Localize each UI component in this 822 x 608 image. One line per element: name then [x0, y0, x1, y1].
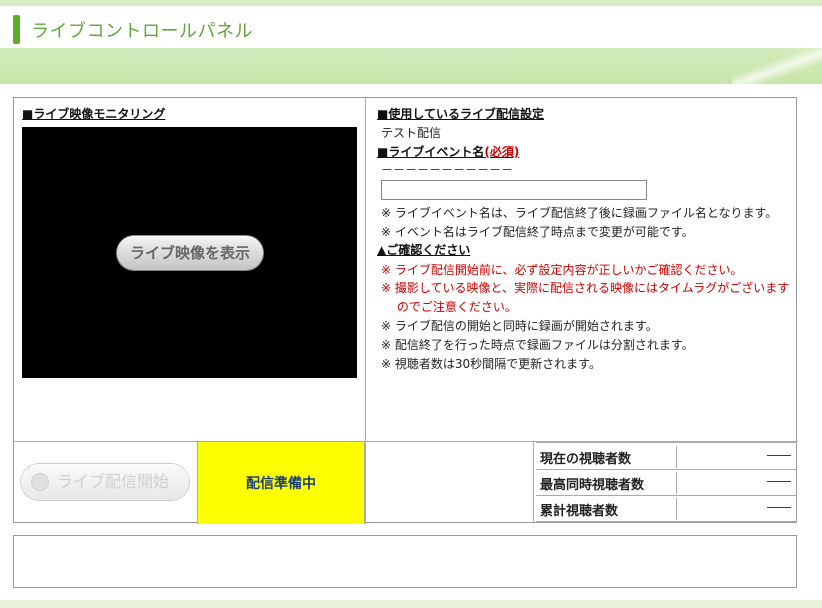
- event-name-input[interactable]: [381, 180, 647, 200]
- confirm-title: ▲ご確認ください: [377, 243, 471, 257]
- info-line-3: ※ 視聴者数は30秒間隔で更新されます。: [381, 357, 601, 371]
- info-line-2: ※ 配信終了を行った時点で録画ファイルは分割されます。: [381, 338, 694, 352]
- note-line-1: ※ ライブイベント名は、ライブ配信終了後に録画ファイル名となります。: [381, 206, 778, 220]
- event-name-dashes: －－－－－－－－－－－: [381, 163, 514, 177]
- viewer-stats-table: 現在の視聴者数 ―― 最高同時視聴者数 ―― 累計視聴者数 ――: [533, 442, 797, 522]
- control-panel: ■ライブ映像モニタリング ライブ映像を表示 ■使用しているライブ配信設定 テスト…: [13, 97, 798, 524]
- stat-label-peak: 最高同時視聴者数: [540, 478, 645, 493]
- stat-row-total: 累計視聴者数 ――: [536, 496, 797, 522]
- stat-separator: [676, 472, 677, 494]
- stat-value-total: ――: [767, 500, 791, 514]
- stat-separator: [676, 498, 677, 520]
- event-name-title: ■ライブイベント名(必須): [377, 143, 519, 160]
- warning-line-1: ※ ライブ配信開始前に、必ず設定内容が正しいかご確認ください。: [381, 263, 743, 277]
- stat-separator: [676, 446, 677, 468]
- stat-label-total: 累計視聴者数: [540, 504, 619, 519]
- stat-value-peak: ――: [767, 474, 791, 488]
- record-dot-icon: [32, 474, 48, 490]
- monitor-title: ■ライブ映像モニタリング: [22, 107, 166, 121]
- column-divider: [365, 98, 366, 524]
- status-indicator: 配信準備中: [197, 442, 365, 524]
- start-live-label: ライブ配信開始: [57, 472, 170, 491]
- show-live-video-button[interactable]: ライブ映像を表示: [117, 236, 263, 270]
- stats-top-border: [536, 442, 797, 443]
- note-line-2: ※ イベント名はライブ配信終了時点まで変更が可能です。: [381, 225, 694, 239]
- required-mark: (必須): [484, 145, 520, 159]
- bottom-strip: [0, 600, 822, 608]
- start-live-button[interactable]: ライブ配信開始: [21, 464, 189, 500]
- stat-row-current: 現在の視聴者数 ――: [536, 444, 797, 470]
- warning-line-2: ※ 撮影している映像と、実際に配信される映像にはタイムラグがございます: [381, 281, 790, 295]
- stat-row-peak: 最高同時視聴者数 ――: [536, 470, 797, 496]
- live-video-monitor: ライブ映像を表示: [22, 127, 357, 378]
- info-line-1: ※ ライブ配信の開始と同時に録画が開始されます。: [381, 319, 658, 333]
- header-accent-bar: [13, 15, 20, 44]
- status-text: 配信準備中: [246, 476, 316, 492]
- event-name-label: ■ライブイベント名: [377, 145, 485, 159]
- page-header: ライブコントロールパネル: [0, 6, 822, 48]
- stats-left-border: [533, 442, 534, 522]
- page-title: ライブコントロールパネル: [31, 21, 253, 42]
- warning-line-3: のでご注意ください。: [381, 300, 517, 314]
- band-sheen: [732, 48, 822, 84]
- settings-title: ■使用しているライブ配信設定: [377, 107, 544, 121]
- settings-value: テスト配信: [381, 126, 442, 140]
- message-area: [13, 535, 797, 588]
- stat-value-current: ――: [767, 448, 791, 462]
- stat-label-current: 現在の視聴者数: [540, 452, 632, 467]
